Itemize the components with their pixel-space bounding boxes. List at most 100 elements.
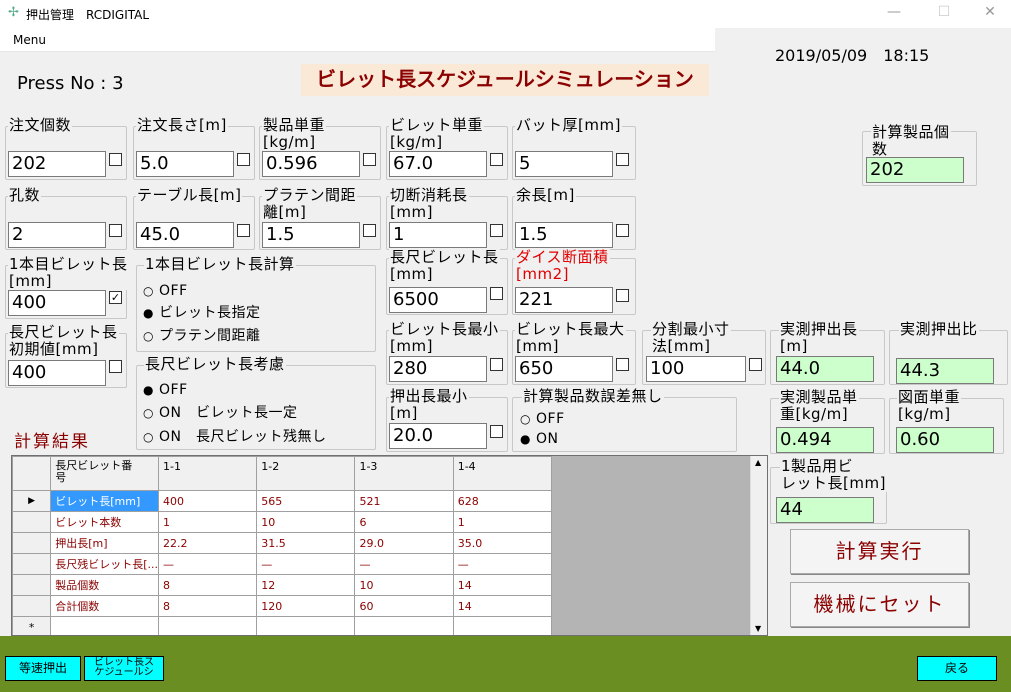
long-billet-consider-option-constant[interactable]: ○ ON ビレット長一定: [143, 404, 298, 422]
order-count-checkbox[interactable]: [109, 153, 122, 166]
billet-schedule-button[interactable]: ビレット長ス ケジュールシ: [84, 656, 164, 681]
product-unit-weight-checkbox[interactable]: [363, 153, 376, 166]
table-cell[interactable]: 565: [256, 490, 356, 512]
die-area-input[interactable]: 221: [515, 287, 613, 313]
platen-distance-checkbox[interactable]: [363, 224, 376, 237]
first-billet-length-checkbox[interactable]: ✓: [109, 291, 122, 304]
butt-thickness-checkbox[interactable]: [616, 153, 629, 166]
first-billet-length-input[interactable]: 400: [8, 290, 106, 316]
table-row[interactable]: 長尺残ビレット長[... — — — —: [12, 553, 553, 575]
butt-thickness-input[interactable]: 5: [515, 151, 613, 177]
billet-unit-weight-checkbox[interactable]: [490, 153, 503, 166]
extrude-min-checkbox[interactable]: [490, 425, 503, 438]
table-cell[interactable]: 14: [452, 595, 553, 617]
table-cell[interactable]: 14: [452, 574, 553, 596]
table-row[interactable]: ビレット本数 1 10 6 1: [12, 511, 553, 533]
row-name-cell[interactable]: 長尺残ビレット長[...: [50, 553, 159, 575]
order-length-input[interactable]: 5.0: [136, 151, 234, 177]
table-cell[interactable]: 6: [354, 511, 454, 533]
long-billet-consider-option-no-remain[interactable]: ○ ON 長尺ビレット残無し: [143, 428, 327, 446]
column-header[interactable]: 1-1: [157, 456, 258, 491]
split-min-checkbox[interactable]: [749, 358, 762, 371]
table-length-checkbox[interactable]: [237, 224, 250, 237]
order-count-input[interactable]: 202: [8, 151, 106, 177]
long-billet-initial-input[interactable]: 400: [8, 360, 106, 386]
first-billet-calc-option-off[interactable]: ○ OFF: [143, 282, 188, 300]
table-cell[interactable]: [50, 616, 159, 635]
long-billet-length-checkbox[interactable]: [490, 287, 503, 300]
table-cell[interactable]: [157, 616, 258, 635]
table-cell[interactable]: 22.2: [157, 532, 258, 554]
first-billet-calc-option-specified[interactable]: ● ビレット長指定: [143, 304, 261, 322]
table-cell[interactable]: [452, 616, 553, 635]
extrude-min-input[interactable]: 20.0: [389, 423, 487, 449]
vertical-scrollbar[interactable]: ▲ ▼: [750, 456, 767, 635]
column-header[interactable]: 1-4: [452, 456, 553, 491]
billet-max-checkbox[interactable]: [616, 358, 629, 371]
column-header[interactable]: 1-3: [354, 456, 454, 491]
hole-count-input[interactable]: 2: [8, 222, 106, 248]
billet-min-input[interactable]: 280: [389, 356, 487, 382]
long-billet-initial-checkbox[interactable]: [109, 360, 122, 373]
table-cell[interactable]: 12: [256, 574, 356, 596]
row-name-cell[interactable]: ビレット長[mm]: [50, 490, 159, 512]
table-cell[interactable]: [256, 616, 356, 635]
row-name-cell[interactable]: ビレット本数: [50, 511, 159, 533]
new-table-row[interactable]: *: [12, 616, 553, 635]
column-header[interactable]: 長尺ビレット番 号: [50, 456, 159, 491]
first-billet-calc-option-platen[interactable]: ○ プラテン間距離: [143, 327, 261, 345]
billet-max-input[interactable]: 650: [515, 356, 613, 382]
minimize-button[interactable]: —: [884, 4, 904, 20]
table-cell[interactable]: 35.0: [452, 532, 553, 554]
table-cell[interactable]: —: [452, 553, 553, 575]
menu-item[interactable]: Menu: [13, 33, 46, 47]
back-button[interactable]: 戻る: [917, 656, 997, 681]
constant-speed-button[interactable]: 等速押出: [5, 656, 81, 681]
table-cell[interactable]: 10: [354, 574, 454, 596]
table-row[interactable]: 合計個数 8 120 60 14: [12, 595, 553, 617]
platen-distance-input[interactable]: 1.5: [262, 222, 360, 248]
table-cell[interactable]: 29.0: [354, 532, 454, 554]
set-to-machine-button[interactable]: 機械にセット: [790, 582, 969, 627]
table-cell[interactable]: 120: [256, 595, 356, 617]
column-header[interactable]: 1-2: [256, 456, 356, 491]
close-button[interactable]: ✕: [980, 4, 1000, 20]
table-cell[interactable]: 31.5: [256, 532, 356, 554]
table-cell[interactable]: 628: [452, 490, 553, 512]
table-row[interactable]: ▶ ビレット長[mm] 400 565 521 628: [12, 490, 553, 512]
billet-unit-weight-input[interactable]: 67.0: [389, 151, 487, 177]
table-cell[interactable]: 400: [157, 490, 258, 512]
split-min-input[interactable]: 100: [646, 356, 746, 382]
die-area-checkbox[interactable]: [616, 289, 629, 302]
table-cell[interactable]: [354, 616, 454, 635]
table-cell[interactable]: —: [354, 553, 454, 575]
cut-loss-length-checkbox[interactable]: [490, 224, 503, 237]
margin-length-input[interactable]: 1.5: [515, 222, 613, 248]
table-cell[interactable]: 8: [157, 574, 258, 596]
table-cell[interactable]: 1: [157, 511, 258, 533]
cut-loss-length-input[interactable]: 1: [389, 222, 487, 248]
table-row[interactable]: 製品個数 8 12 10 14: [12, 574, 553, 596]
table-cell[interactable]: 1: [452, 511, 553, 533]
table-cell[interactable]: 10: [256, 511, 356, 533]
table-length-input[interactable]: 45.0: [136, 222, 234, 248]
maximize-button[interactable]: ☐: [934, 4, 954, 20]
product-unit-weight-input[interactable]: 0.596: [262, 151, 360, 177]
billet-min-checkbox[interactable]: [490, 358, 503, 371]
table-row[interactable]: 押出長[m] 22.2 31.5 29.0 35.0: [12, 532, 553, 554]
calculate-button[interactable]: 計算実行: [790, 529, 969, 574]
scroll-up-arrow-icon[interactable]: ▲: [755, 458, 761, 467]
error-free-option-on[interactable]: ● ON: [520, 430, 559, 448]
margin-length-checkbox[interactable]: [616, 224, 629, 237]
table-cell[interactable]: —: [256, 553, 356, 575]
table-cell[interactable]: 521: [354, 490, 454, 512]
row-name-cell[interactable]: 押出長[m]: [50, 532, 159, 554]
long-billet-consider-option-off[interactable]: ● OFF: [143, 381, 188, 399]
hole-count-checkbox[interactable]: [109, 224, 122, 237]
table-cell[interactable]: 8: [157, 595, 258, 617]
long-billet-length-input[interactable]: 6500: [389, 287, 487, 313]
error-free-option-off[interactable]: ○ OFF: [520, 410, 565, 428]
order-length-checkbox[interactable]: [237, 153, 250, 166]
scroll-down-arrow-icon[interactable]: ▼: [755, 624, 761, 633]
table-cell[interactable]: —: [157, 553, 258, 575]
